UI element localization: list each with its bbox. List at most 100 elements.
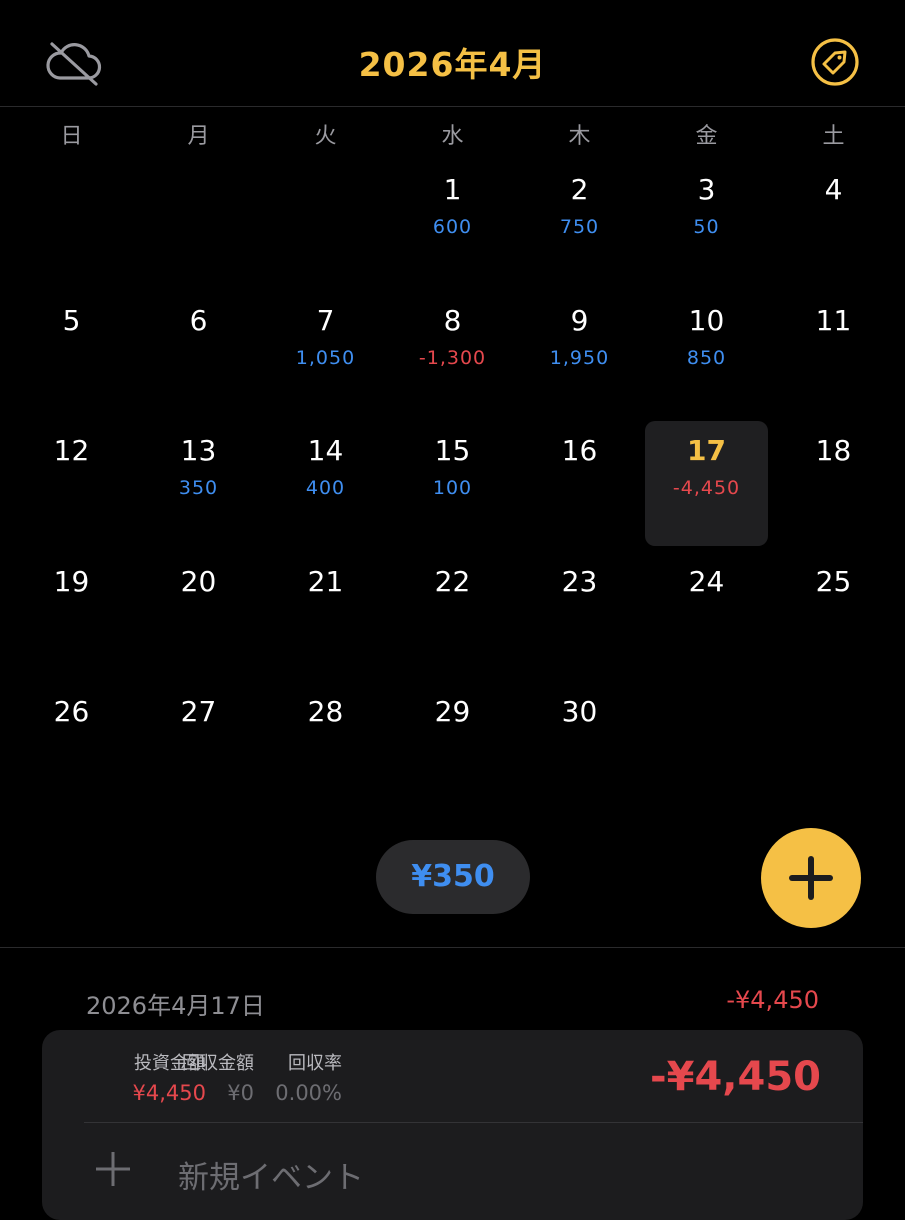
plus-icon	[96, 1152, 130, 1186]
day-amount: 600	[432, 216, 473, 238]
calendar-day-8[interactable]: 8 -1,300	[389, 289, 516, 420]
calendar-blank-cell	[135, 158, 262, 289]
day-number: 22	[434, 564, 471, 598]
returned-value: ¥0	[227, 1081, 254, 1105]
day-amount: 1,950	[549, 346, 610, 369]
calendar-day-14[interactable]: 14 400	[262, 419, 389, 550]
day-number: 27	[180, 695, 217, 728]
day-number: 23	[561, 564, 598, 598]
returned-stat: 回収金額 ¥0	[176, 1052, 254, 1108]
calendar-grid: 1 600 2 750 3 50 4 5 6 7 1,050 8 -1,300 9 1,950 10 850 11…	[8, 158, 897, 811]
new-event-label: 新規イベント	[178, 1160, 364, 1196]
weekday-wed: 水	[441, 124, 464, 149]
day-number: 10	[688, 303, 725, 337]
calendar-day-24[interactable]: 24	[643, 550, 770, 681]
weekday-mon: 月	[187, 124, 210, 149]
calendar-day-26[interactable]: 26	[8, 680, 135, 811]
calendar-day-7[interactable]: 7 1,050	[262, 289, 389, 420]
calendar-blank-cell	[262, 158, 389, 289]
calendar-day-2[interactable]: 2 750	[516, 158, 643, 289]
calendar-day-13[interactable]: 13 350	[135, 419, 262, 550]
month-total-pill[interactable]: ¥350	[376, 840, 530, 914]
day-number: 19	[53, 564, 90, 598]
month-title[interactable]: 2026年4月	[0, 38, 905, 86]
calendar-day-30[interactable]: 30	[516, 680, 643, 811]
day-amount: -1,300	[418, 346, 487, 369]
day-number: 12	[53, 434, 90, 467]
calendar-day-5[interactable]: 5	[8, 289, 135, 420]
day-number: 6	[189, 303, 208, 337]
day-number: 17	[687, 434, 726, 467]
calendar-day-12[interactable]: 12	[8, 419, 135, 550]
day-amount: 50	[693, 216, 720, 238]
day-number: 14	[307, 434, 344, 467]
day-amount: 1,050	[295, 346, 356, 369]
rate-stat: 回収率 0.00%	[264, 1052, 342, 1108]
day-number: 9	[570, 303, 589, 337]
day-amount: -4,450	[672, 477, 741, 499]
day-number: 26	[53, 695, 90, 728]
weekday-tue: 火	[314, 124, 337, 149]
new-event-button[interactable]: 新規イベント	[94, 1148, 594, 1196]
calendar-day-25[interactable]: 25	[770, 550, 897, 681]
day-number: 28	[307, 695, 344, 728]
calendar-day-17[interactable]: 17 -4,450	[645, 421, 768, 546]
calendar-day-29[interactable]: 29	[389, 680, 516, 811]
day-number: 30	[561, 695, 598, 728]
calendar-day-16[interactable]: 16	[516, 419, 643, 550]
calendar-day-21[interactable]: 21	[262, 550, 389, 681]
day-number: 18	[815, 434, 852, 467]
day-number: 5	[62, 303, 81, 337]
selected-date-total: -¥4,450	[726, 986, 819, 1014]
header-bar: 2026年4月	[0, 0, 905, 107]
calendar-day-3[interactable]: 3 50	[643, 158, 770, 289]
weekday-sat: 土	[822, 124, 845, 149]
weekday-fri: 金	[695, 124, 718, 149]
day-number: 20	[180, 564, 217, 598]
add-button[interactable]	[761, 828, 861, 928]
day-number: 21	[307, 564, 344, 598]
calendar-day-27[interactable]: 27	[135, 680, 262, 811]
rate-value: 0.00%	[275, 1081, 342, 1105]
calendar-day-11[interactable]: 11	[770, 289, 897, 420]
day-number: 16	[561, 434, 598, 467]
day-number: 7	[316, 303, 335, 337]
day-number: 1	[443, 173, 462, 206]
summary-card[interactable]: 投資金額 ¥4,450 回収金額 ¥0 回収率 0.00% -¥4,450 新規…	[42, 1030, 863, 1220]
day-net-amount: -¥4,450	[650, 1054, 821, 1100]
tag-icon[interactable]	[810, 37, 860, 87]
day-number: 11	[815, 303, 852, 337]
day-number: 29	[434, 695, 471, 728]
day-amount: 350	[178, 477, 219, 499]
day-amount: 400	[305, 477, 346, 499]
day-number: 24	[688, 564, 725, 598]
calendar-day-18[interactable]: 18	[770, 419, 897, 550]
returned-label: 回収金額	[182, 1053, 254, 1074]
weekday-thu: 木	[568, 124, 591, 149]
calendar-day-15[interactable]: 15 100	[389, 419, 516, 550]
calendar-day-6[interactable]: 6	[135, 289, 262, 420]
rate-label: 回収率	[288, 1053, 342, 1074]
day-number: 8	[443, 303, 462, 337]
calendar-blank-cell	[8, 158, 135, 289]
calendar-day-28[interactable]: 28	[262, 680, 389, 811]
calendar-day-1[interactable]: 1 600	[389, 158, 516, 289]
calendar-day-19[interactable]: 19	[8, 550, 135, 681]
plus-icon	[789, 856, 833, 900]
card-divider	[84, 1122, 863, 1123]
calendar-day-9[interactable]: 9 1,950	[516, 289, 643, 420]
calendar-day-23[interactable]: 23	[516, 550, 643, 681]
day-number: 3	[697, 173, 716, 206]
selected-date-label: 2026年4月17日	[86, 992, 265, 1020]
weekday-sun: 日	[60, 124, 83, 149]
day-number: 15	[434, 434, 471, 467]
calendar-day-10[interactable]: 10 850	[643, 289, 770, 420]
calendar-day-22[interactable]: 22	[389, 550, 516, 681]
day-number: 25	[815, 564, 852, 598]
calendar-day-20[interactable]: 20	[135, 550, 262, 681]
day-number: 2	[570, 173, 589, 206]
weekday-header: 日 月 火 水 木 金 土	[8, 118, 897, 150]
day-number: 13	[180, 434, 217, 467]
day-number: 4	[824, 173, 843, 206]
calendar-day-4[interactable]: 4	[770, 158, 897, 289]
